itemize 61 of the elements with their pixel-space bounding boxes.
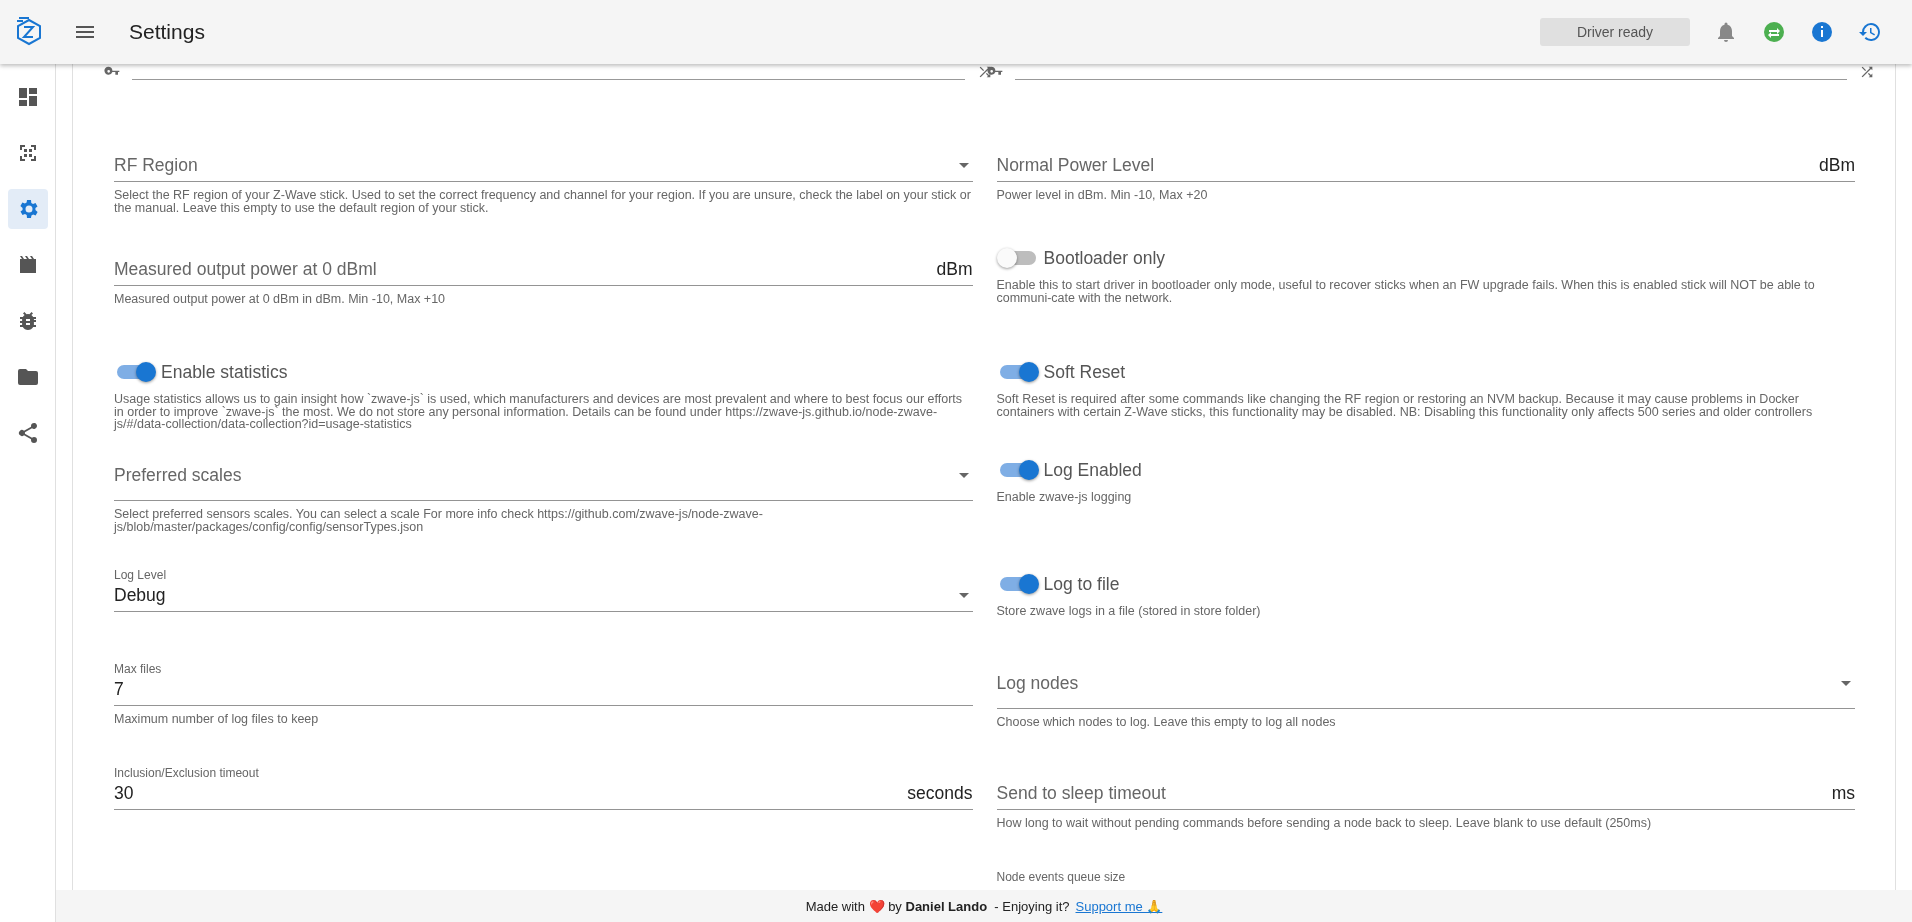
dropdown-arrow-icon: [1841, 680, 1851, 686]
hint-text: Power level in dBm. Min -10, Max +20: [996, 189, 1209, 202]
input-field[interactable]: Send to sleep timeout ms: [996, 781, 1855, 810]
page-title: Settings: [129, 20, 205, 44]
status-chip: Driver ready: [1540, 18, 1690, 46]
field-value: Debug: [114, 584, 167, 606]
support-link[interactable]: Support me 🙏: [1075, 898, 1163, 914]
input-field[interactable]: Log nodes: [996, 661, 1855, 709]
field-label: Measured output power at 0 dBml: [114, 258, 378, 280]
field-label: Normal Power Level: [996, 154, 1156, 176]
hint-text: Select preferred sensors scales. You can select a scale For more info check https://github.com/zwave-js/node-zwave-js/blob/master/packages/config/config/sensorTypes.json: [114, 508, 764, 533]
hint-text: Maximum number of log files to keep: [114, 713, 320, 726]
hint-text: Usage statistics allows us to gain insight how `zwave-js` is used, which manufacturers and devices are most prevalent and where to best focus our efforts in order to improve `zwave-js` the most. We do not store any personal information. Details can be found under https://zwave-js.github.io/node-zwave-js/#/data-collection/data-collection?id=usage-statistics: [114, 393, 964, 431]
switch-label: Enable statistics: [161, 361, 288, 383]
field-label: Log Level: [114, 567, 168, 583]
credit-text: Made with ❤ by Daniel Lando - Enjoying it?: [805, 898, 1070, 914]
toggle-switch[interactable]: [999, 463, 1036, 477]
toggle-switch[interactable]: [999, 251, 1036, 265]
hint-text: Soft Reset is required after some commands like changing the RF region or restoring an NVM backup. Because it may cause problems in Docker containers with certain Z-Wave sticks, this functionality may be disabled. NB: Disabling this functionality only affects 500 series and older controllers: [996, 393, 1814, 418]
input-field[interactable]: Max files 7: [114, 661, 973, 706]
dropdown-arrow-icon: [958, 162, 969, 168]
toggle-switch[interactable]: [999, 577, 1036, 591]
toggle-switch[interactable]: [999, 365, 1036, 379]
field-label: Send to sleep timeout: [996, 782, 1167, 804]
input-field[interactable]: Log Level Debug: [114, 567, 973, 612]
hint-text: Enable zwave-js logging: [996, 491, 1133, 504]
input-field[interactable]: Normal Power Level dBm: [996, 153, 1855, 182]
unit-suffix: ms: [1831, 782, 1855, 804]
switch-label: Soft Reset: [1043, 361, 1126, 383]
field-label: RF Region: [114, 154, 199, 176]
history-icon[interactable]: [1858, 20, 1882, 44]
input-field[interactable]: Preferred scales: [114, 453, 973, 501]
info-icon[interactable]: [1810, 20, 1834, 44]
input-field[interactable]: Measured output power at 0 dBml dBm: [114, 257, 973, 286]
dropdown-arrow-icon: [958, 592, 969, 598]
unit-suffix: dBm: [1819, 154, 1855, 176]
hint-text: Enable this to start driver in bootloader only mode, useful to recover sticks when an FW upgrade fails. When this is enabled stick will NOT be able to communi-cate with the network.: [996, 279, 1816, 304]
switch-label: Bootloader only: [1043, 247, 1166, 269]
input-field[interactable]: RF Region: [114, 153, 973, 182]
field-value: 7: [114, 678, 125, 700]
hint-text: Store zwave logs in a file (stored in store folder): [996, 605, 1262, 618]
hint-text: Select the RF region of your Z-Wave stick. Used to set the correct frequency and channel for your region. If you are unsure, check the label on your stick or the manual. Leave this empty to use the default region of your stick.: [114, 189, 972, 214]
dropdown-arrow-icon: [958, 472, 969, 478]
unit-suffix: dBm: [936, 258, 973, 280]
nav-item[interactable]: [7, 189, 48, 229]
field-label: Node events queue size: [996, 869, 1126, 885]
field-label: Preferred scales: [114, 464, 243, 486]
field-label: Inclusion/Exclusion timeout: [114, 765, 260, 781]
hint-text: Measured output power at 0 dBm in dBm. Min -10, Max +10: [114, 293, 447, 306]
sync-icon[interactable]: [1762, 20, 1786, 44]
field-label: Log nodes: [996, 672, 1080, 694]
switch-label: Log Enabled: [1043, 459, 1142, 481]
switch-label: Log to file: [1043, 573, 1120, 595]
field-label: Max files: [114, 661, 163, 677]
field-value: 30: [114, 782, 135, 804]
unit-suffix: seconds: [907, 782, 973, 804]
toggle-switch[interactable]: [117, 365, 153, 379]
hint-text: Choose which nodes to log. Leave this empty to log all nodes: [996, 716, 1337, 729]
shuffle-icon[interactable]: [1859, 64, 1875, 80]
input-field[interactable]: Inclusion/Exclusion timeout 30 seconds: [114, 765, 973, 810]
hint-text: How long to wait without pending commands before sending a node back to sleep. Leave blank to use default (250ms): [996, 817, 1653, 830]
